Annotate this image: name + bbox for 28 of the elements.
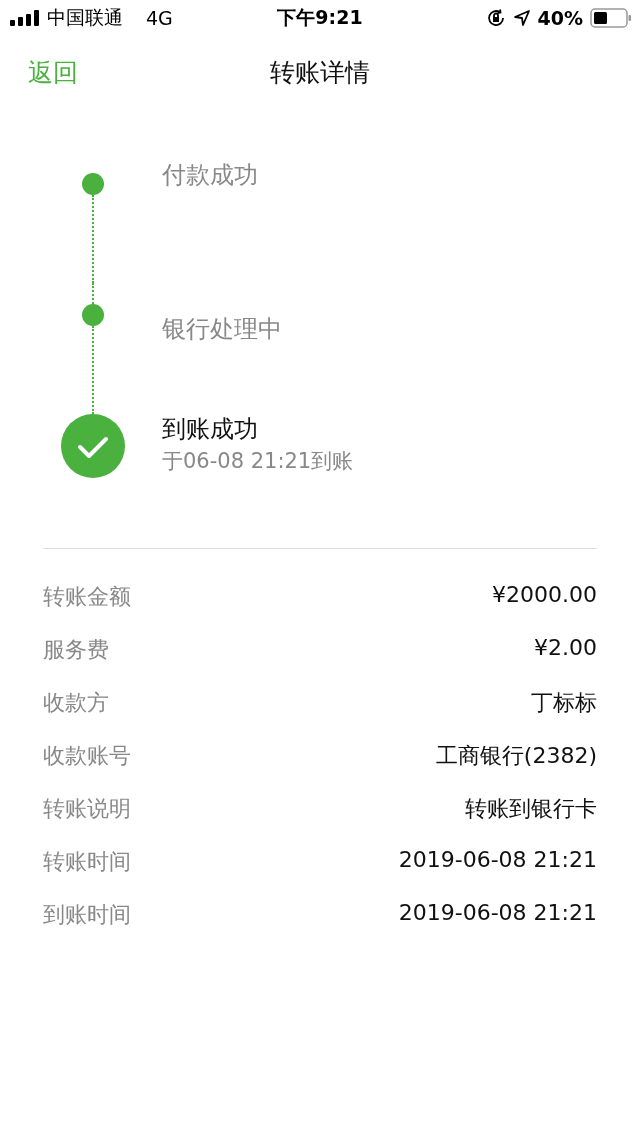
page-title: 转账详情 [270,56,370,89]
detail-value: 转账到银行卡 [465,795,597,823]
location-arrow-icon [512,9,531,27]
rotation-lock-icon [485,8,506,28]
carrier-name: 中国联通 [47,5,123,30]
detail-label: 转账时间 [43,848,131,876]
clock: 下午9:21 [277,5,363,30]
detail-label: 收款方 [43,689,109,717]
back-button[interactable]: 返回 [28,55,78,89]
detail-label: 转账金额 [43,583,131,611]
battery-percent: 40% [537,7,583,29]
detail-label: 到账时间 [43,901,131,929]
detail-value: ¥2.00 [534,635,597,660]
detail-label: 转账说明 [43,795,131,823]
detail-label: 收款账号 [43,742,131,770]
step-note: 于06-08 21:21到账 [162,448,354,475]
detail-value: ¥2000.00 [492,582,597,607]
network-type: 4G [146,7,173,29]
detail-value: 丁标标 [531,689,597,717]
step-label: 银行处理中 [162,314,282,345]
detail-label: 服务费 [43,636,109,664]
battery-icon [590,8,632,28]
step-label: 到账成功 [162,414,259,445]
step-label: 付款成功 [162,160,258,191]
detail-value: 工商银行(2382) [435,742,597,770]
detail-value: 2019-06-08 21:21 [398,900,597,925]
signal-icon [10,10,40,26]
detail-value: 2019-06-08 21:21 [398,847,597,872]
